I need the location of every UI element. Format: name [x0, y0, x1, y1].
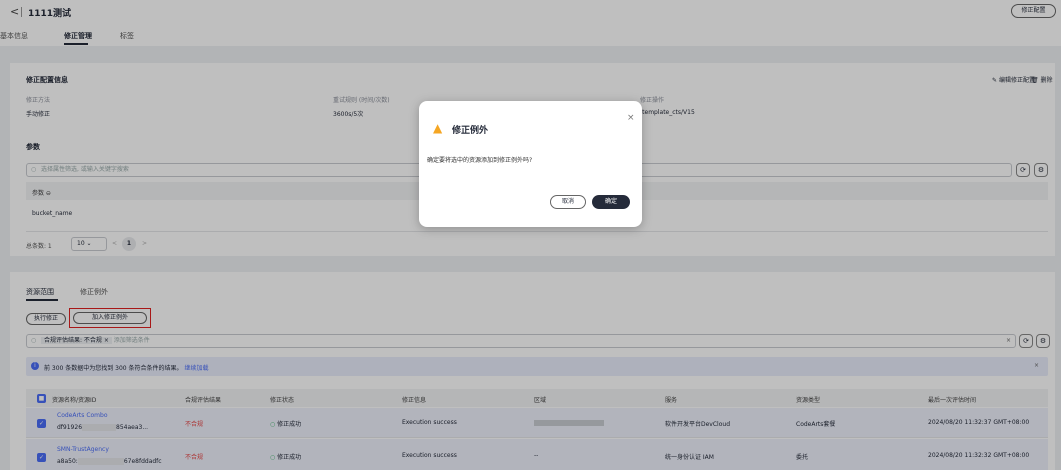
- modal-overlay[interactable]: [0, 0, 1061, 470]
- dialog-title: 修正例外: [452, 126, 489, 136]
- confirm-dialog: ▲ 修正例外 × 确定要将选中的资源添加到修正例外吗? 取消 确定: [419, 101, 642, 227]
- cancel-button[interactable]: 取消: [550, 195, 586, 209]
- warning-icon: ▲: [433, 121, 443, 135]
- dialog-message: 确定要将选中的资源添加到修正例外吗?: [427, 157, 533, 164]
- close-icon[interactable]: ×: [627, 113, 635, 123]
- confirm-button[interactable]: 确定: [592, 195, 630, 209]
